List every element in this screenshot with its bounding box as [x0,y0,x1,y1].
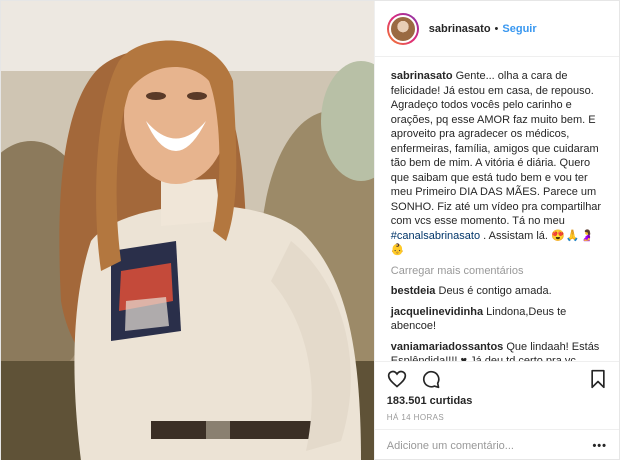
comment-icon[interactable] [421,369,441,389]
follow-button[interactable]: Seguir [502,23,536,35]
action-bar [374,361,619,395]
likes-count[interactable]: 183.501 curtidas [375,395,619,411]
post-photo[interactable] [1,1,374,460]
separator-dot: • [494,22,499,35]
bookmark-icon[interactable] [589,369,607,389]
post-sidebar: sabrinasato • Seguir sabrinasato Gente..… [373,1,619,460]
photo-illustration [1,1,374,460]
comment-username[interactable]: bestdeia [391,285,436,297]
caption-text-after: . Assistam lá. [483,229,548,242]
avatar[interactable] [386,12,419,45]
caption-hashtag[interactable]: #canalsabrinasato [391,230,480,242]
comment-text: Deus é contigo amada. [438,285,552,297]
comment: jacquelinevidinha Lindona,Deus te abenco… [391,305,607,334]
caption-username[interactable]: sabrinasato [391,70,453,82]
comment-username[interactable]: vaniamariadossantos [391,341,504,353]
caption-text: Gente... olha a cara de felicidade! Já e… [390,70,602,227]
header-username[interactable]: sabrinasato [429,23,491,35]
heart-icon[interactable] [387,369,407,389]
post-header: sabrinasato • Seguir [374,1,619,57]
comments-area: sabrinasato Gente... olha a cara de feli… [375,57,619,361]
comment: bestdeia Deus é contigo amada. [391,284,607,299]
add-comment-bar: Adicione um comentário... ••• [374,429,619,460]
comment-username[interactable]: jacquelinevidinha [391,306,483,318]
caption: sabrinasato Gente... olha a cara de feli… [391,69,607,258]
add-comment-input[interactable]: Adicione um comentário... [387,440,593,452]
instagram-post: sabrinasato • Seguir sabrinasato Gente..… [0,0,620,460]
post-timestamp: HÁ 14 HORAS [386,413,445,422]
comment: vaniamariadossantos Que lindaah! Estás E… [391,340,607,362]
load-more-comments[interactable]: Carregar mais comentários [391,264,607,279]
avatar-image [388,14,417,43]
more-options-icon[interactable]: ••• [592,440,607,452]
